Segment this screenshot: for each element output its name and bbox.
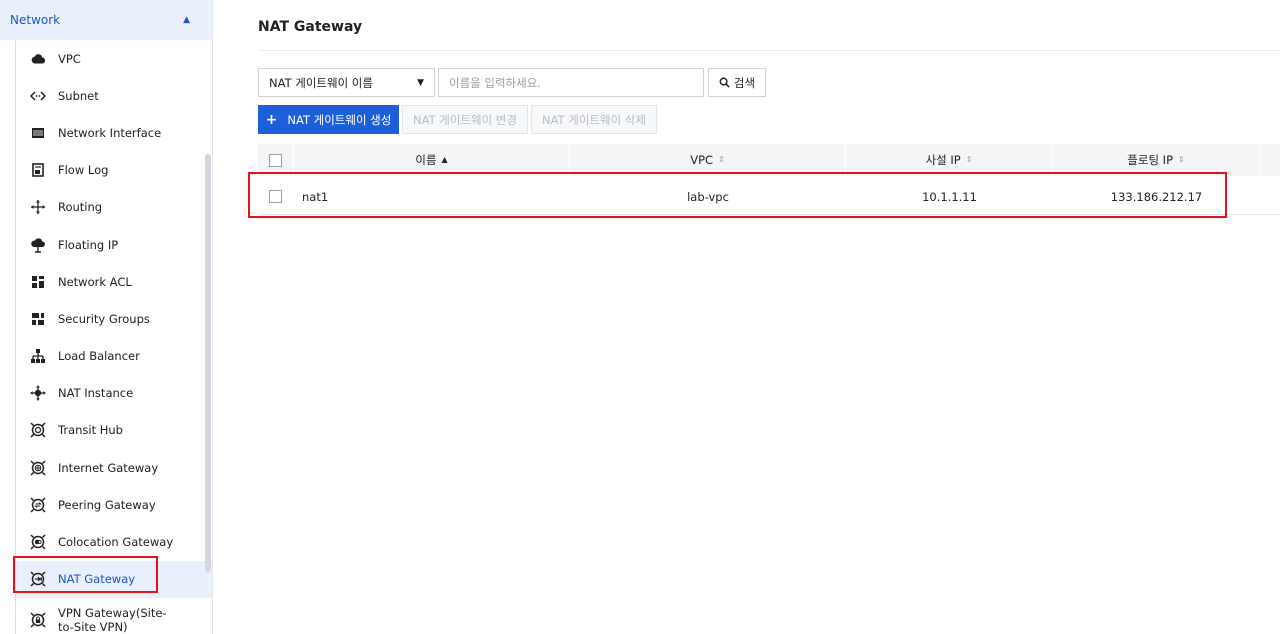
search-icon bbox=[719, 77, 730, 88]
sidebar-item-label: Load Balancer bbox=[58, 349, 140, 364]
sidebar-item-label: NAT Gateway bbox=[58, 572, 136, 587]
create-button-label: NAT 게이트웨이 생성 bbox=[287, 112, 392, 127]
search-button-label: 검색 bbox=[733, 75, 756, 90]
sidebar-item-internet-gateway[interactable]: Internet Gateway bbox=[16, 449, 212, 486]
sidebar-item-network-interface[interactable]: Network Interface bbox=[16, 114, 212, 151]
sidebar-item-routing[interactable]: Routing bbox=[16, 189, 212, 226]
sidebar-section-network[interactable]: Network ▲ bbox=[0, 0, 212, 40]
security-grid-icon bbox=[30, 311, 46, 327]
sidebar-item-vpc[interactable]: VPC bbox=[16, 40, 212, 77]
header-select-all-cell bbox=[258, 144, 294, 176]
sidebar-nav: VPC Subnet Network Interface Flow Log Ro… bbox=[16, 40, 212, 634]
table-header: 이름 ▲ VPC ⇕ 사설 IP ⇕ 플로팅 IP ⇕ bbox=[258, 144, 1280, 176]
column-header-floating-ip[interactable]: 플로팅 IP ⇕ bbox=[1053, 144, 1260, 176]
sidebar-item-label: Subnet bbox=[58, 88, 99, 103]
hierarchy-icon bbox=[30, 348, 46, 364]
cell-name: nat1 bbox=[302, 189, 329, 204]
nat-gateway-icon bbox=[30, 571, 46, 587]
sidebar-item-label: Floating IP bbox=[58, 237, 119, 252]
acl-grid-icon bbox=[30, 274, 46, 290]
colocation-gateway-icon bbox=[30, 534, 46, 550]
sort-icon: ⇕ bbox=[1178, 155, 1185, 164]
sort-icon: ⇕ bbox=[965, 155, 973, 164]
column-header-name[interactable]: 이름 ▲ bbox=[294, 144, 570, 176]
sidebar-item-label: Network ACL bbox=[58, 274, 132, 289]
log-file-icon bbox=[30, 162, 46, 178]
peering-gateway-icon bbox=[30, 497, 46, 513]
sidebar-item-label: VPC bbox=[58, 51, 81, 66]
plus-icon: + bbox=[265, 111, 278, 128]
sidebar-item-vpn-gateway[interactable]: VPN Gateway(Site-to-Site VPN) bbox=[16, 598, 212, 634]
vpn-gateway-icon bbox=[30, 612, 46, 628]
caret-up-icon: ▲ bbox=[183, 15, 190, 25]
caret-down-icon: ▼ bbox=[417, 77, 424, 88]
column-header-label: 이름 bbox=[415, 153, 437, 167]
sidebar-item-peering-gateway[interactable]: Peering Gateway bbox=[16, 486, 212, 523]
edit-button-label: NAT 게이트웨이 변경 bbox=[413, 112, 517, 127]
column-header-label: 플로팅 IP bbox=[1127, 153, 1174, 167]
sidebar-item-network-acl[interactable]: Network ACL bbox=[16, 263, 212, 300]
sidebar-item-label: Colocation Gateway bbox=[58, 535, 174, 550]
search-field-select-value: NAT 게이트웨이 이름 bbox=[269, 75, 373, 90]
nat-instance-icon bbox=[30, 385, 46, 401]
sidebar-item-label: Transit Hub bbox=[58, 423, 123, 438]
main-content: NAT Gateway NAT 게이트웨이 이름 ▼ 검색 + NAT 게이트웨… bbox=[214, 0, 1280, 634]
sort-asc-icon: ▲ bbox=[441, 155, 448, 164]
move-arrows-icon bbox=[30, 199, 46, 215]
nic-card-icon bbox=[30, 125, 46, 141]
sidebar-item-subnet[interactable]: Subnet bbox=[16, 77, 212, 114]
sidebar-item-security-groups[interactable]: Security Groups bbox=[16, 300, 212, 337]
sidebar-item-label: Network Interface bbox=[58, 125, 162, 140]
sidebar-item-colocation-gateway[interactable]: Colocation Gateway bbox=[16, 523, 212, 560]
search-input[interactable] bbox=[438, 68, 704, 97]
column-header-private-ip[interactable]: 사설 IP ⇕ bbox=[846, 144, 1053, 176]
sidebar-item-label: Security Groups bbox=[58, 311, 150, 326]
sidebar-scrollbar[interactable] bbox=[205, 154, 211, 572]
title-divider bbox=[258, 50, 1280, 51]
code-arrows-icon bbox=[30, 88, 46, 104]
page-title: NAT Gateway bbox=[258, 19, 363, 35]
column-header-label: VPC bbox=[690, 153, 714, 167]
app-window: Network ▲ VPC Subnet Network Interface F… bbox=[0, 0, 1280, 634]
sidebar-section-label: Network bbox=[10, 13, 61, 27]
sidebar: Network ▲ VPC Subnet Network Interface F… bbox=[0, 0, 213, 634]
column-header-label: 사설 IP bbox=[925, 153, 961, 167]
sidebar-item-label: Flow Log bbox=[58, 163, 109, 178]
cloud-tree-icon bbox=[30, 237, 46, 253]
delete-nat-gateway-button[interactable]: NAT 게이트웨이 삭제 bbox=[531, 105, 657, 134]
cell-floating-ip: 133.186.212.17 bbox=[1110, 189, 1203, 204]
row-checkbox[interactable] bbox=[269, 190, 282, 203]
column-header-vpc[interactable]: VPC ⇕ bbox=[570, 144, 846, 176]
search-field-select[interactable]: NAT 게이트웨이 이름 ▼ bbox=[258, 68, 435, 97]
delete-button-label: NAT 게이트웨이 삭제 bbox=[542, 112, 646, 127]
sidebar-item-label: Internet Gateway bbox=[58, 460, 159, 475]
search-button[interactable]: 검색 bbox=[708, 68, 766, 97]
sidebar-item-label: NAT Instance bbox=[58, 386, 134, 401]
sidebar-item-transit-hub[interactable]: Transit Hub bbox=[16, 412, 212, 449]
sidebar-item-nat-gateway[interactable]: NAT Gateway bbox=[16, 560, 212, 598]
select-all-checkbox[interactable] bbox=[269, 153, 282, 167]
row-checkbox-cell bbox=[269, 178, 289, 215]
sort-icon: ⇕ bbox=[718, 155, 725, 164]
create-nat-gateway-button[interactable]: + NAT 게이트웨이 생성 bbox=[258, 105, 399, 134]
sidebar-item-label: Peering Gateway bbox=[58, 497, 156, 512]
cloud-icon bbox=[30, 51, 46, 67]
cell-vpc: lab-vpc bbox=[687, 189, 729, 204]
sidebar-item-load-balancer[interactable]: Load Balancer bbox=[16, 338, 212, 375]
sidebar-item-floating-ip[interactable]: Floating IP bbox=[16, 226, 212, 263]
edit-nat-gateway-button[interactable]: NAT 게이트웨이 변경 bbox=[402, 105, 528, 134]
gateway-icon bbox=[30, 422, 46, 438]
table-row[interactable]: nat1 lab-vpc 10.1.1.11 133.186.212.17 bbox=[258, 178, 1280, 215]
sidebar-item-label: VPN Gateway(Site-to-Site VPN) bbox=[58, 605, 167, 634]
cell-private-ip: 10.1.1.11 bbox=[922, 189, 977, 204]
sidebar-item-flow-log[interactable]: Flow Log bbox=[16, 152, 212, 189]
sidebar-item-nat-instance[interactable]: NAT Instance bbox=[16, 375, 212, 412]
sidebar-item-label: Routing bbox=[58, 200, 103, 215]
globe-gateway-icon bbox=[30, 460, 46, 476]
